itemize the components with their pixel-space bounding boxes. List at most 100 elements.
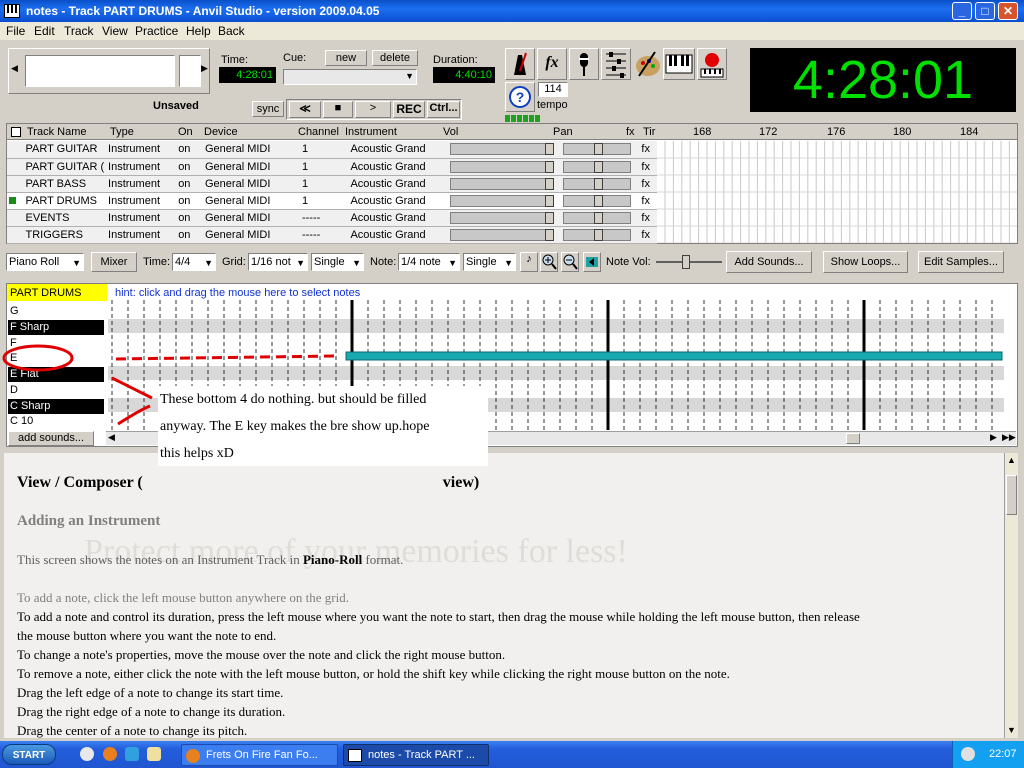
track-row[interactable]: EVENTS Instrument on General MIDI ----- Acous…: [7, 209, 657, 227]
volume-slider[interactable]: [449, 194, 554, 207]
rewind-button[interactable]: ≪: [289, 101, 321, 118]
menu-edit[interactable]: Edit: [34, 24, 55, 38]
track-row[interactable]: PART BASS Instrument on General MIDI 1 Acoust…: [7, 175, 657, 193]
key-f-sharp[interactable]: F Sharp: [8, 320, 104, 335]
track-vol[interactable]: [449, 226, 564, 244]
position-track[interactable]: [25, 55, 175, 87]
close-button[interactable]: ✕: [998, 2, 1018, 20]
pan-slider[interactable]: [563, 143, 632, 155]
volume-icon[interactable]: [961, 747, 975, 761]
track-row[interactable]: PART GUITAR (Instrument on General MIDI 1 Ac…: [7, 158, 657, 176]
col-fx[interactable]: fx: [626, 126, 635, 138]
pan-slider[interactable]: [563, 211, 632, 224]
slider-knob[interactable]: [544, 228, 554, 241]
pan-slider[interactable]: [563, 194, 632, 207]
show-loops-button[interactable]: Show Loops...: [823, 251, 908, 273]
taskbar-task-firefox[interactable]: Frets On Fire Fan Fo...: [181, 744, 338, 766]
col-channel[interactable]: Channel: [298, 126, 339, 138]
slider-knob[interactable]: [544, 211, 554, 224]
track-row[interactable]: PART DRUMS Instrument on General MIDI 1 Acous…: [7, 192, 657, 210]
track-vol[interactable]: [449, 192, 564, 210]
pan-slider[interactable]: [563, 228, 632, 241]
track-row[interactable]: PART GUITAR Instrument on General MIDI 1 Acou…: [7, 141, 657, 159]
menu-file[interactable]: File: [6, 24, 25, 38]
instrument-palette-icon[interactable]: [633, 48, 663, 80]
add-sounds-small-button[interactable]: add sounds...: [8, 431, 94, 446]
scroll-end-icon[interactable]: ▶▶: [1002, 432, 1016, 443]
track-vol[interactable]: [449, 209, 564, 227]
scroll-left-icon[interactable]: ◀: [108, 432, 115, 443]
slider-knob[interactable]: [544, 143, 554, 155]
cue-new-button[interactable]: new: [325, 50, 367, 66]
keyboard-icon[interactable]: [663, 48, 695, 80]
folder-icon[interactable]: [147, 747, 161, 761]
col-instrument[interactable]: Instrument: [345, 126, 397, 138]
doc-scroll-thumb[interactable]: [1006, 475, 1017, 515]
slider-knob[interactable]: [544, 194, 554, 207]
help-icon[interactable]: ?: [505, 82, 535, 112]
note-mode-select[interactable]: Single ▼: [463, 253, 516, 271]
track-indicator[interactable]: [7, 175, 24, 193]
track-pan[interactable]: [563, 175, 640, 193]
track-indicator[interactable]: [7, 192, 24, 210]
scroll-right-icon[interactable]: ▶: [201, 63, 208, 74]
taskbar-task-anvil[interactable]: notes - Track PART ...: [343, 744, 489, 766]
volume-slider[interactable]: [449, 211, 554, 224]
zoom-out-icon[interactable]: [561, 252, 579, 272]
mixer-sliders-icon[interactable]: [601, 48, 631, 80]
volume-slider[interactable]: [449, 177, 554, 190]
track-indicator[interactable]: [7, 141, 24, 159]
position-thumb[interactable]: [179, 55, 201, 87]
note-tool-icon[interactable]: ♪: [520, 252, 538, 272]
grid-select[interactable]: 1/16 not ▼: [248, 253, 308, 271]
app-icon[interactable]: [4, 4, 20, 18]
view-select[interactable]: Piano Roll ▼: [6, 253, 84, 271]
col-on[interactable]: On: [178, 126, 193, 138]
track-row[interactable]: TRIGGERS Instrument on General MIDI ----- Aco…: [7, 226, 657, 244]
track-indicator[interactable]: [7, 158, 24, 176]
volume-slider[interactable]: [449, 228, 554, 241]
mixer-button[interactable]: Mixer: [91, 252, 137, 272]
track-pan[interactable]: [563, 226, 640, 244]
slider-knob[interactable]: [594, 177, 604, 190]
col-type[interactable]: Type: [110, 126, 134, 138]
scroll-down-icon[interactable]: ▼: [1007, 725, 1016, 735]
track-pan[interactable]: [563, 192, 640, 210]
note-vol-knob[interactable]: [682, 255, 690, 269]
pan-slider[interactable]: [563, 160, 632, 173]
scroll-right-icon[interactable]: ▶: [990, 432, 997, 443]
col-time[interactable]: Tir: [643, 126, 655, 138]
select-all-checkbox[interactable]: [11, 127, 21, 137]
note-select[interactable]: 1/4 note ▼: [398, 253, 460, 271]
ctrl-button[interactable]: Ctrl...: [427, 101, 460, 118]
start-button[interactable]: START: [2, 744, 56, 765]
slider-knob[interactable]: [594, 211, 604, 224]
track-pan[interactable]: [563, 209, 640, 227]
slider-knob[interactable]: [544, 160, 554, 173]
play-button[interactable]: >: [355, 101, 391, 118]
menu-practice[interactable]: Practice: [135, 24, 178, 38]
menu-help[interactable]: Help: [186, 24, 211, 38]
note-vol-slider[interactable]: [656, 255, 722, 269]
stop-button[interactable]: ■: [323, 101, 353, 118]
sync-button[interactable]: sync: [252, 101, 284, 117]
time-sig-select[interactable]: 4/4 ▼: [172, 253, 216, 271]
key-g[interactable]: G: [8, 304, 104, 319]
edit-samples-button[interactable]: Edit Samples...: [918, 251, 1004, 273]
slider-knob[interactable]: [594, 143, 604, 155]
slider-knob[interactable]: [544, 177, 554, 190]
slider-knob[interactable]: [594, 194, 604, 207]
volume-slider[interactable]: [449, 143, 554, 155]
scroll-up-icon[interactable]: ▲: [1007, 455, 1016, 465]
scroll-left-icon[interactable]: ◀: [11, 63, 18, 74]
slider-knob[interactable]: [594, 228, 604, 241]
maximize-button[interactable]: □: [975, 2, 995, 20]
tempo-value[interactable]: 114: [538, 82, 568, 97]
cue-delete-button[interactable]: delete: [372, 50, 418, 66]
menu-view[interactable]: View: [102, 24, 128, 38]
pan-slider[interactable]: [563, 177, 632, 190]
volume-slider[interactable]: [449, 160, 554, 173]
slider-knob[interactable]: [594, 160, 604, 173]
quick-launch-icon[interactable]: [80, 747, 94, 761]
col-vol[interactable]: Vol: [443, 126, 458, 138]
